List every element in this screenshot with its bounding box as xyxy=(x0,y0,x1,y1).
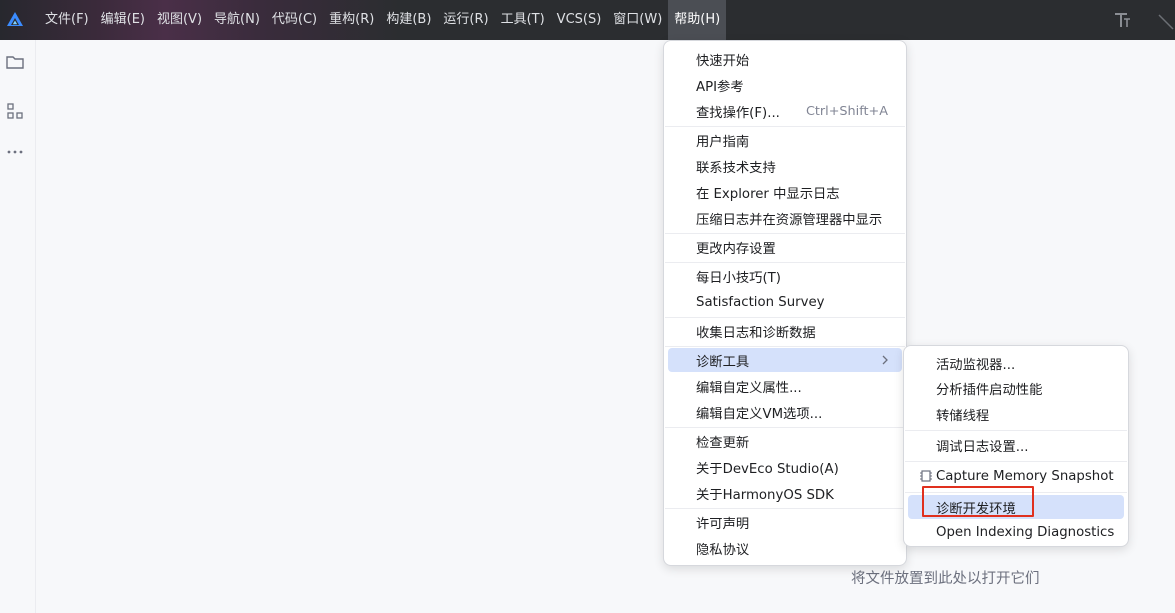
title-bar: 文件(F) 编辑(E) 视图(V) 导航(N) 代码(C) 重构(R) 构建(B) 运行(R)… xyxy=(0,0,1175,40)
menu-item-label: API参考 xyxy=(696,79,744,95)
menu-item[interactable]: 编辑自定义属性... xyxy=(668,374,902,398)
menu-item[interactable]: 关于DevEco Studio(A) xyxy=(668,455,902,479)
menu-item-label: 编辑自定义属性... xyxy=(696,380,802,396)
menu-9[interactable]: VCS(S) xyxy=(551,0,608,40)
menu-8[interactable]: 工具(T) xyxy=(495,0,551,40)
menu-item-label: Open Indexing Diagnostics xyxy=(936,525,1115,541)
menu-item[interactable]: 调试日志设置... xyxy=(908,433,1124,457)
menu-item-label: 隐私协议 xyxy=(696,542,750,558)
menu-item[interactable]: API参考 xyxy=(668,73,902,97)
menu-item-label: 编辑自定义VM选项... xyxy=(696,406,823,422)
menu-10[interactable]: 窗口(W) xyxy=(607,0,668,40)
menu-7[interactable]: 运行(R) xyxy=(437,0,494,40)
menu-separator xyxy=(665,508,905,509)
menu-item-label: Satisfaction Survey xyxy=(696,294,825,310)
folder-icon[interactable] xyxy=(5,52,25,72)
menu-item[interactable]: 联系技术支持 xyxy=(668,154,902,178)
menu-item-label: 压缩日志并在资源管理器中显示 xyxy=(696,212,883,228)
menu-item-label: 每日小技巧(T) xyxy=(696,270,781,286)
tool-window-strip xyxy=(0,40,36,613)
menu-item[interactable]: Open Indexing Diagnostics xyxy=(908,521,1124,545)
menu-2[interactable]: 视图(V) xyxy=(151,0,208,40)
menu-item-label: 活动监视器... xyxy=(936,357,1016,373)
menu-item-label: 分析插件启动性能 xyxy=(936,383,1043,399)
menu-item[interactable]: 每日小技巧(T) xyxy=(668,264,902,288)
menu-separator xyxy=(665,262,905,263)
menu-4[interactable]: 代码(C) xyxy=(266,0,323,40)
menu-item-label: 许可声明 xyxy=(696,516,750,532)
window-corner-icon xyxy=(1158,14,1174,30)
menu-item[interactable]: 编辑自定义VM选项... xyxy=(668,400,902,424)
menu-item-label: 关于HarmonyOS SDK xyxy=(696,487,834,503)
menu-item[interactable]: Capture Memory Snapshot xyxy=(908,464,1124,488)
menu-item[interactable]: 用户指南 xyxy=(668,128,902,152)
menu-item[interactable]: 快速开始 xyxy=(668,47,902,71)
menu-6[interactable]: 构建(B) xyxy=(380,0,437,40)
menu-item-label: 转储线程 xyxy=(936,409,990,425)
menu-item[interactable]: 检查更新 xyxy=(668,429,902,453)
menu-item-label: 在 Explorer 中显示日志 xyxy=(696,186,840,202)
menu-item[interactable]: 更改内存设置 xyxy=(668,235,902,259)
menu-separator xyxy=(665,126,905,127)
menu-item[interactable]: 在 Explorer 中显示日志 xyxy=(668,180,902,204)
menu-item[interactable]: 收集日志和诊断数据 xyxy=(668,319,902,343)
menu-separator xyxy=(905,430,1127,432)
menu-item-label: 快速开始 xyxy=(696,53,750,69)
menu-separator xyxy=(665,427,905,428)
menu-item-label: 联系技术支持 xyxy=(696,160,776,176)
menu-item[interactable]: 许可声明 xyxy=(668,510,902,534)
menu-separator xyxy=(665,233,905,234)
menu-5[interactable]: 重构(R) xyxy=(323,0,380,40)
menu-item[interactable]: 压缩日志并在资源管理器中显示 xyxy=(668,206,902,230)
text-style-icon[interactable] xyxy=(1112,10,1132,30)
menu-item[interactable]: 分析插件启动性能 xyxy=(908,377,1124,401)
menu-item-shortcut: Ctrl+Shift+A xyxy=(805,103,888,119)
menu-separator xyxy=(665,346,905,347)
menu-item[interactable]: 诊断工具 xyxy=(668,348,902,372)
menu-1[interactable]: 编辑(E) xyxy=(95,0,151,40)
deveco-logo-icon[interactable] xyxy=(6,11,24,29)
menu-item[interactable]: 关于HarmonyOS SDK xyxy=(668,481,902,505)
menu-0[interactable]: 文件(F) xyxy=(39,0,95,40)
menu-item[interactable]: Satisfaction Survey xyxy=(668,290,902,314)
help-menu: 快速开始 API参考查找操作(F)... Ctrl+Shift+A 用户指南联系技术支… xyxy=(663,40,907,566)
menu-item-label: Capture Memory Snapshot xyxy=(936,468,1114,484)
menu-item-label: 关于DevEco Studio(A) xyxy=(696,461,839,477)
menu-item-label: 检查更新 xyxy=(696,435,750,451)
structure-icon[interactable] xyxy=(5,102,25,122)
memory-snapshot-icon xyxy=(920,470,932,482)
menu-3[interactable]: 导航(N) xyxy=(208,0,266,40)
menu-item[interactable]: 查找操作(F)... Ctrl+Shift+A xyxy=(668,99,902,123)
menu-item-label: 诊断工具 xyxy=(696,354,750,370)
menu-item-label: 调试日志设置... xyxy=(936,439,1029,455)
menu-item-label: 查找操作(F)... xyxy=(696,105,780,121)
menu-item-label: 用户指南 xyxy=(696,134,750,150)
menu-item[interactable]: 转储线程 xyxy=(908,403,1124,427)
menu-item[interactable]: 隐私协议 xyxy=(668,536,902,560)
menu-separator xyxy=(905,461,1127,463)
main-menu-bar: 文件(F) 编辑(E) 视图(V) 导航(N) 代码(C) 重构(R) 构建(B) 运行(R)… xyxy=(39,0,727,40)
annotation-highlight-box xyxy=(922,486,1034,517)
menu-item-label: 更改内存设置 xyxy=(696,241,776,257)
menu-item[interactable]: 活动监视器... xyxy=(908,351,1124,375)
more-icon[interactable] xyxy=(5,142,25,162)
menu-11[interactable]: 帮助(H) xyxy=(668,0,727,40)
chevron-right-icon xyxy=(882,355,888,365)
drop-files-hint: 将文件放置到此处以打开它们 xyxy=(851,571,1040,587)
menu-item-label: 收集日志和诊断数据 xyxy=(696,325,816,341)
menu-separator xyxy=(665,317,905,318)
